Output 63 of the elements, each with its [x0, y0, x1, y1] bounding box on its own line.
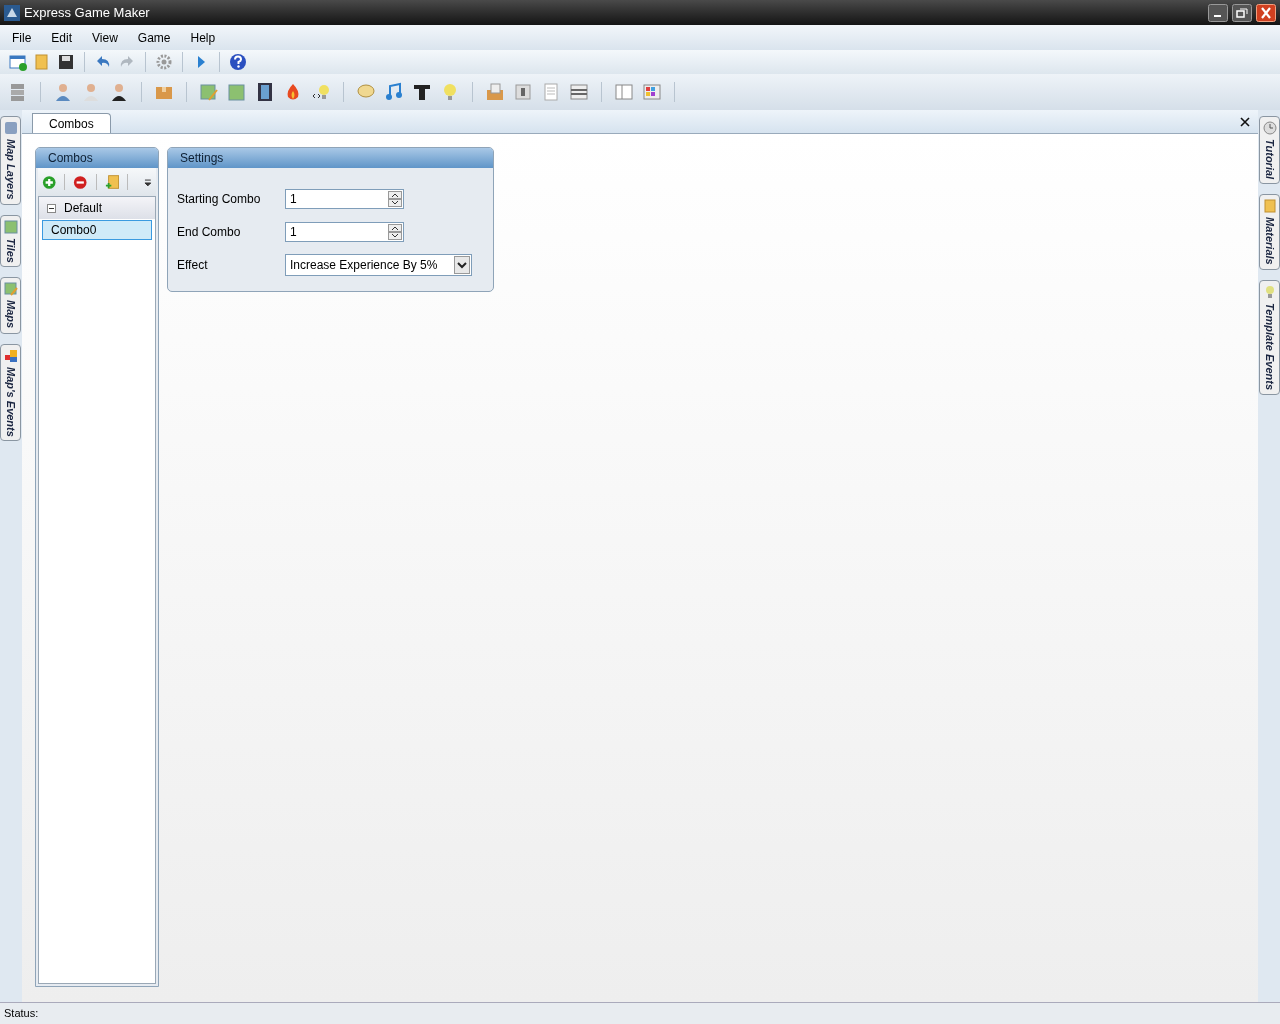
menu-item[interactable]: Game	[129, 28, 179, 47]
help-icon[interactable]	[228, 52, 248, 72]
dropdown-value: Increase Experience By 5%	[289, 256, 439, 274]
dock-tab-label: Template Events	[1262, 302, 1277, 390]
document-tab[interactable]: Combos	[32, 113, 111, 133]
dock-tab[interactable]: Maps	[0, 277, 21, 334]
clock-icon	[1262, 121, 1277, 135]
spinner-value: 1	[289, 225, 298, 238]
tree-group-label: Default	[64, 200, 103, 217]
effect-dropdown[interactable]: Increase Experience By 5%	[285, 253, 472, 276]
field-label: Starting Combo	[177, 190, 262, 208]
remove-icon[interactable]	[73, 174, 88, 190]
panel-title: Combos	[36, 148, 158, 168]
app-logo-icon	[4, 4, 20, 21]
add-icon[interactable]	[42, 174, 57, 190]
settings-icon[interactable]	[154, 52, 174, 72]
tree-group-row[interactable]: Default	[39, 197, 155, 219]
close-icon[interactable]	[1240, 117, 1250, 127]
code-bulb-icon[interactable]	[311, 82, 331, 102]
dock-tab-label: Tiles	[3, 237, 18, 263]
menu-item[interactable]: Help	[182, 28, 224, 47]
color-grid-icon[interactable]	[642, 82, 662, 102]
dock-tab-label: Materials	[1262, 217, 1277, 265]
overflow-icon[interactable]	[144, 177, 153, 187]
dock-tab[interactable]: Template Events	[1259, 279, 1280, 395]
menu-item[interactable]: View	[84, 28, 126, 47]
text-tool-icon[interactable]	[412, 82, 432, 102]
field-label: Effect	[177, 256, 209, 274]
save-icon[interactable]	[56, 52, 76, 72]
dock-tab[interactable]: Map Layers	[0, 116, 21, 205]
close-icon[interactable]	[1256, 3, 1276, 22]
map-edit-icon[interactable]	[199, 82, 219, 102]
list-icon[interactable]	[569, 82, 589, 102]
dock-tab-label: Map Layers	[3, 139, 18, 200]
window-title: Express Game Maker	[24, 3, 151, 22]
caret-icon[interactable]	[454, 255, 470, 274]
dock-tab[interactable]: Tiles	[0, 214, 21, 268]
flags-icon	[3, 348, 18, 363]
tree-item[interactable]: Combo0	[42, 220, 152, 240]
restore-icon[interactable]	[1232, 3, 1252, 22]
collapse-icon[interactable]	[47, 203, 56, 213]
menu-item[interactable]: File	[4, 28, 40, 47]
map-edit-icon	[3, 282, 18, 297]
new-window-icon[interactable]	[8, 52, 28, 72]
spinner-value: 1	[289, 192, 298, 205]
person-icon[interactable]	[53, 82, 73, 102]
music-note-icon[interactable]	[384, 82, 404, 102]
status-label: Status:	[4, 1006, 39, 1022]
panel-title: Settings	[168, 148, 493, 168]
number-spinner[interactable]: 1	[285, 221, 404, 242]
minimize-icon[interactable]	[1208, 3, 1228, 22]
spin-arrows-icon[interactable]	[388, 190, 402, 207]
add-folder-icon[interactable]	[104, 174, 120, 190]
spin-arrows-icon[interactable]	[388, 223, 402, 240]
menu-item[interactable]: Edit	[43, 28, 81, 47]
field-label: End Combo	[177, 223, 242, 241]
dock-tab[interactable]: Materials	[1259, 194, 1280, 270]
dock-tab-label: Tutorial	[1262, 139, 1277, 180]
number-spinner[interactable]: 1	[285, 188, 404, 209]
dock-tab[interactable]: Tutorial	[1259, 116, 1280, 185]
dock-tab-label: Map's Events	[3, 366, 18, 437]
dock-tab-label: Maps	[3, 300, 18, 329]
dock-tab[interactable]: Map's Events	[0, 343, 21, 442]
